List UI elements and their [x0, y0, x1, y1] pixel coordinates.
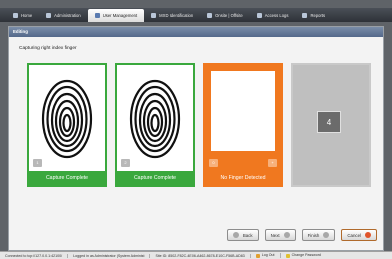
- fingerprint-slot-1[interactable]: 1 Capture Complete: [27, 63, 107, 187]
- fingerprint-slot-2[interactable]: 2 Capture Complete: [115, 63, 195, 187]
- cancel-button[interactable]: Cancel: [341, 229, 377, 241]
- slot-status-label: No Finger Detected: [205, 171, 281, 185]
- nav-user-management-label: User Management: [102, 13, 138, 18]
- slot-index-box: 2: [121, 159, 130, 167]
- nav-access-logs-label: Access Logs: [264, 12, 289, 18]
- nav-administration-label: Administration: [54, 12, 81, 18]
- nav-home[interactable]: Home: [6, 9, 39, 21]
- editing-panel: Editing Capturing right index finger 1 C…: [8, 26, 384, 251]
- connection-status: Connected to tcp://127.0.0.1:42100/: [0, 253, 69, 258]
- nav-user-management[interactable]: User Management: [87, 9, 145, 22]
- admin-icon: [46, 12, 52, 18]
- status-bar: Connected to tcp://127.0.0.1:42100/ Logg…: [0, 251, 392, 259]
- next-button-label: Next: [270, 232, 280, 238]
- building-icon: [207, 12, 213, 18]
- key-icon: [285, 253, 290, 258]
- finish-icon: [323, 232, 330, 238]
- fingerprint-slot-4[interactable]: 4: [291, 63, 371, 187]
- logout-icon: [255, 253, 260, 258]
- capture-instruction: Capturing right index finger: [19, 46, 77, 51]
- back-button-label: Back: [242, 232, 253, 238]
- finish-button-label: Finish: [307, 232, 320, 238]
- logged-in-user: Logged in as Administrator (System Admin…: [68, 253, 151, 258]
- identification-icon: [151, 12, 157, 18]
- back-icon: [232, 232, 239, 238]
- application-window: Home Administration User Management MXD …: [0, 0, 392, 259]
- nav-mxd-identification[interactable]: MXD Identification: [144, 9, 200, 21]
- slot-index-box: 1: [33, 159, 42, 167]
- top-navigation: Home Administration User Management MXD …: [0, 8, 392, 22]
- change-password-label: Change Password: [291, 253, 321, 258]
- cancel-icon: [365, 232, 371, 238]
- nav-administration[interactable]: Administration: [39, 9, 88, 21]
- back-button[interactable]: Back: [226, 229, 259, 241]
- add-icon[interactable]: +: [268, 159, 277, 167]
- finish-button[interactable]: Finish: [301, 229, 336, 241]
- nav-reports-label: Reports: [310, 12, 326, 18]
- nav-home-label: Home: [21, 12, 33, 18]
- fingerprint-icon: [129, 79, 181, 159]
- home-icon: [13, 12, 18, 18]
- nav-reports[interactable]: Reports: [295, 9, 332, 21]
- site-id: Site ID: 8502-F82C-4E06-A462-8678-E10C-F…: [150, 253, 251, 258]
- nav-mxd-identification-label: MXD Identification: [159, 12, 194, 18]
- logout-label: Log Out: [261, 253, 275, 258]
- wizard-buttons: Back Next Finish Cancel: [226, 229, 377, 241]
- slot-number: 4: [317, 111, 341, 133]
- empty-capture-area: [211, 71, 275, 151]
- nav-onsite-offsite-label: Onsite | Offsite: [215, 12, 243, 18]
- panel-title: Editing: [9, 27, 383, 37]
- slot-status-label: Capture Complete: [29, 171, 105, 185]
- users-icon: [94, 13, 100, 18]
- fingerprint-slot-3[interactable]: 0 + No Finger Detected: [203, 63, 283, 187]
- cancel-button-label: Cancel: [347, 232, 361, 238]
- nav-access-logs[interactable]: Access Logs: [250, 9, 296, 21]
- next-icon: [283, 232, 290, 238]
- slot-index-box: 0: [209, 159, 218, 167]
- logout-link[interactable]: Log Out: [251, 253, 281, 258]
- logs-icon: [256, 12, 262, 18]
- reports-icon: [302, 12, 308, 18]
- change-password-link[interactable]: Change Password: [281, 253, 326, 258]
- slot-status-label: Capture Complete: [117, 171, 193, 185]
- next-button[interactable]: Next: [264, 229, 296, 241]
- fingerprint-icon: [41, 79, 93, 159]
- nav-onsite-offsite[interactable]: Onsite | Offsite: [200, 9, 250, 21]
